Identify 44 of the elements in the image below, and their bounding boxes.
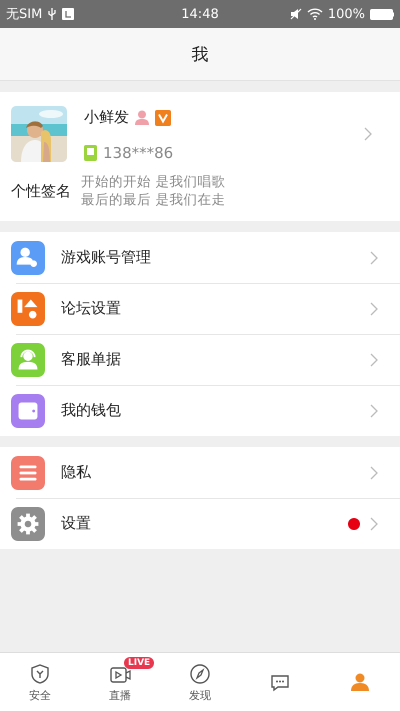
menu-label: 游戏账号管理 bbox=[61, 248, 152, 268]
menu-item[interactable]: 论坛设置 bbox=[0, 283, 400, 334]
menu-item[interactable]: 隐私 bbox=[0, 447, 400, 498]
menu-label: 我的钱包 bbox=[61, 401, 122, 420]
battery-percent: 100% bbox=[328, 6, 365, 22]
chevron-icon bbox=[370, 302, 378, 316]
tab[interactable]: 发现 bbox=[160, 653, 240, 711]
menu-item[interactable]: 客服单据 bbox=[0, 334, 400, 386]
clock-time: 14:48 bbox=[181, 6, 219, 22]
chevron-icon bbox=[370, 352, 378, 367]
live-badge: LIVE bbox=[124, 657, 154, 669]
usb-icon bbox=[47, 7, 58, 21]
verified-icon bbox=[155, 110, 171, 126]
user-name: 小鲜发 bbox=[84, 108, 129, 127]
account-icon bbox=[11, 240, 45, 275]
menu-label: 设置 bbox=[61, 514, 92, 534]
battery-icon bbox=[370, 8, 394, 20]
menu-label: 隐私 bbox=[61, 463, 92, 482]
person-icon bbox=[135, 110, 149, 125]
menu-label: 客服单据 bbox=[61, 350, 122, 370]
tab[interactable]: LIVE 直播 bbox=[80, 653, 160, 711]
menu-item[interactable]: 设置 bbox=[0, 498, 400, 550]
tab[interactable]: 安全 bbox=[0, 653, 80, 711]
chevron-icon bbox=[370, 404, 378, 418]
menu-item[interactable]: 我的钱包 bbox=[0, 385, 400, 436]
mute-icon bbox=[290, 8, 302, 20]
notification-icon bbox=[62, 8, 74, 20]
chevron-icon bbox=[370, 516, 378, 531]
chevron-icon bbox=[370, 466, 378, 480]
page-title: 我 bbox=[192, 44, 208, 66]
compass-icon bbox=[188, 662, 212, 686]
wallet-icon bbox=[11, 394, 45, 428]
menu-item[interactable]: 游戏账号管理 bbox=[0, 232, 400, 284]
menu-label: 论坛设置 bbox=[61, 299, 122, 318]
carrier-text: 无SIM bbox=[6, 6, 42, 23]
signature-label: 个性签名 bbox=[11, 182, 71, 202]
settings-icon bbox=[11, 506, 45, 541]
signature-text: 最后的最后 是我们在走 bbox=[81, 192, 226, 210]
signature-text: 开始的开始 是我们唱歌 bbox=[81, 174, 226, 192]
chevron-icon bbox=[364, 127, 372, 141]
chevron-icon bbox=[370, 250, 378, 265]
phone-number: 138***86 bbox=[103, 144, 174, 162]
phone-icon bbox=[84, 145, 97, 161]
wifi-icon bbox=[306, 8, 323, 20]
